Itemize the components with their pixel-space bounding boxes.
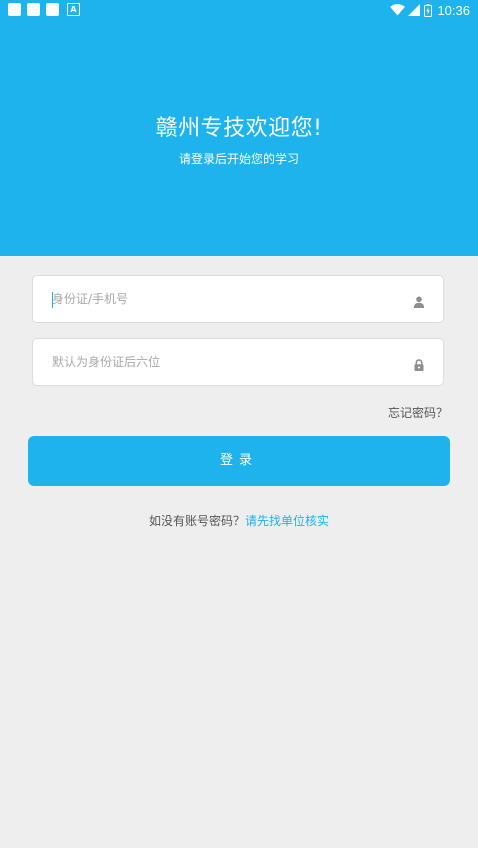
welcome-title: 赣州专技欢迎您! [155,116,323,141]
login-button[interactable]: 登录 [28,436,450,486]
verify-with-unit-link[interactable]: 请先找单位核实 [245,514,329,528]
welcome-subtitle: 请登录后开始您的学习 [178,152,299,166]
forgot-password-link[interactable]: 忘记密码？ [388,404,448,421]
signal-icon [408,4,421,16]
notification-square-icon [46,3,59,16]
text-cursor [52,292,53,308]
notification-icons: A [8,3,80,16]
notification-square-icon [27,3,40,16]
notification-text-a-icon: A [67,3,80,16]
status-time: 10:36 [437,2,470,18]
no-account-text: 如没有账号密码？ [148,514,245,528]
username-input[interactable] [52,276,402,322]
password-input[interactable] [52,339,402,385]
password-field[interactable] [32,338,444,386]
no-account-hint: 如没有账号密码？请先找单位核实 [0,512,478,529]
header-banner: A 10:36 赣州专技欢迎您! 请登录后开始您的学习 [0,0,478,256]
notification-square-icon [8,3,21,16]
username-field[interactable] [32,275,444,323]
wifi-icon [390,4,406,16]
person-icon [413,293,425,308]
battery-charging-icon [424,3,433,17]
system-status: 10:36 [390,2,470,18]
lock-icon [413,356,425,371]
status-bar: A 10:36 [0,0,478,20]
